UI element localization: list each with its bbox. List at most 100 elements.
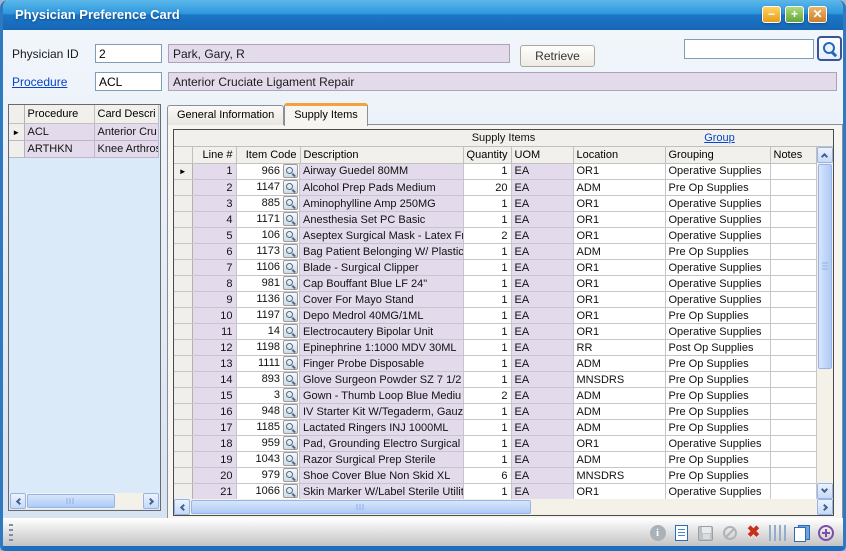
procedure-card-row[interactable]: ► ARTHKN Knee Arthros (9, 140, 158, 157)
item-lookup-button[interactable] (283, 420, 298, 434)
magnifier-icon (286, 311, 295, 320)
search-button[interactable] (817, 36, 842, 61)
item-lookup-button[interactable] (283, 436, 298, 450)
item-lookup-button[interactable] (283, 244, 298, 258)
scroll-left-icon[interactable] (10, 493, 26, 509)
item-lookup-button[interactable] (283, 484, 298, 498)
line-column-header[interactable]: Line # (192, 147, 236, 163)
supply-item-row[interactable]: ► 5 106 Aseptex Surgical Mask - Latex Fr… (174, 228, 816, 244)
item-lookup-button[interactable] (283, 324, 298, 338)
item-lookup-button[interactable] (283, 404, 298, 418)
tab-general-information[interactable]: General Information (167, 105, 284, 125)
item-lookup-button[interactable] (283, 260, 298, 274)
group-link[interactable]: Group (667, 130, 772, 146)
item-lookup-button[interactable] (283, 196, 298, 210)
magnifier-icon (286, 183, 295, 192)
card-description-column-header[interactable]: Card Descri (94, 105, 158, 123)
supply-item-row[interactable]: ► 7 1106 Blade - Surgical Clipper 1 EA (174, 260, 816, 276)
info-button[interactable]: i (648, 524, 667, 543)
close-button[interactable]: ✕ (808, 6, 827, 23)
procedure-card-row[interactable]: ► ACL Anterior Cru (9, 123, 158, 140)
item-code-column-header[interactable]: Item Code (236, 147, 300, 163)
item-lookup-button[interactable] (283, 164, 298, 178)
uom-cell: EA (511, 340, 573, 356)
scroll-thumb[interactable] (818, 164, 832, 369)
item-lookup-button[interactable] (283, 276, 298, 290)
supply-item-row[interactable]: ► 6 1173 Bag Patient Belonging W/ Plasti… (174, 244, 816, 260)
description-cell: IV Starter Kit W/Tegaderm, Gauz (300, 404, 463, 420)
supply-item-row[interactable]: ► 16 948 IV Starter Kit W/Tegaderm, Gauz… (174, 404, 816, 420)
item-lookup-button[interactable] (283, 356, 298, 370)
notes-column-header[interactable]: Notes (770, 147, 816, 163)
item-lookup-button[interactable] (283, 372, 298, 386)
item-lookup-button[interactable] (283, 228, 298, 242)
line-cell: 17 (192, 420, 236, 436)
supply-item-row[interactable]: ► 21 1066 Skin Marker W/Label Sterile Ut… (174, 484, 816, 500)
supply-item-row[interactable]: ► 19 1043 Razor Surgical Prep Sterile 1 … (174, 452, 816, 468)
magnifier-icon (286, 407, 295, 416)
supply-item-row[interactable]: ► 9 1136 Cover For Mayo Stand 1 EA (174, 292, 816, 308)
scroll-down-icon[interactable] (817, 483, 833, 499)
save-button[interactable] (696, 524, 715, 543)
supply-item-row[interactable]: ► 17 1185 Lactated Ringers INJ 1000ML 1 … (174, 420, 816, 436)
item-lookup-button[interactable] (283, 212, 298, 226)
copy-button[interactable] (792, 524, 811, 543)
item-lookup-button[interactable] (283, 292, 298, 306)
new-record-button[interactable] (672, 524, 691, 543)
description-column-header[interactable]: Description (300, 147, 463, 163)
item-lookup-button[interactable] (283, 388, 298, 402)
magnifier-icon (286, 391, 295, 400)
item-lookup-button[interactable] (283, 452, 298, 466)
item-lookup-button[interactable] (283, 340, 298, 354)
item-code-cell: 893 (237, 372, 301, 388)
quantity-column-header[interactable]: Quantity (463, 147, 511, 163)
retrieve-button[interactable]: Retrieve (520, 45, 595, 67)
supply-grid-hscrollbar[interactable] (174, 499, 833, 515)
location-column-header[interactable]: Location (573, 147, 665, 163)
supply-item-row[interactable]: ► 14 893 Glove Surgeon Powder SZ 7 1/2 1… (174, 372, 816, 388)
statusbar-grip[interactable] (9, 524, 13, 542)
supply-grid-vscrollbar[interactable] (817, 147, 834, 499)
uom-cell: EA (511, 163, 573, 180)
supply-item-row[interactable]: ► 11 14 Electrocautery Bipolar Unit 1 EA (174, 324, 816, 340)
scroll-right-icon[interactable] (817, 499, 833, 515)
add-button[interactable] (816, 524, 835, 543)
location-cell: ADM (573, 244, 665, 260)
maximize-button[interactable]: + (785, 6, 804, 23)
procedure-list-hscrollbar[interactable] (10, 493, 159, 509)
scroll-thumb[interactable] (27, 494, 115, 508)
physician-id-input[interactable] (95, 44, 162, 63)
supply-item-row[interactable]: ► 15 3 Gown - Thumb Loop Blue Mediu 2 EA (174, 388, 816, 404)
uom-cell: EA (511, 292, 573, 308)
tab-supply-items[interactable]: Supply Items (284, 103, 368, 126)
scroll-left-icon[interactable] (174, 499, 190, 515)
supply-item-row[interactable]: ► 8 981 Cap Bouffant Blue LF 24" 1 EA (174, 276, 816, 292)
cancel-button[interactable] (720, 524, 739, 543)
procedure-column-header[interactable]: Procedure (24, 105, 94, 123)
supply-item-row[interactable]: ► 4 1171 Anesthesia Set PC Basic 1 EA (174, 212, 816, 228)
minimize-button[interactable]: − (762, 6, 781, 23)
item-lookup-button[interactable] (283, 180, 298, 194)
scroll-thumb[interactable] (191, 500, 531, 514)
supply-item-row[interactable]: ► 12 1198 Epinephrine 1:1000 MDV 30ML 1 … (174, 340, 816, 356)
supply-item-row[interactable]: ► 1 966 Airway Guedel 80MM 1 EA (174, 163, 816, 180)
grouping-cell: Operative Supplies (665, 484, 770, 500)
delete-button[interactable]: ✖ (744, 524, 763, 543)
supply-item-row[interactable]: ► 2 1147 Alcohol Prep Pads Medium 20 EA (174, 180, 816, 196)
procedure-link[interactable]: Procedure (12, 75, 67, 89)
supply-item-row[interactable]: ► 10 1197 Depo Medrol 40MG/1ML 1 EA (174, 308, 816, 324)
supply-item-row[interactable]: ► 20 979 Shoe Cover Blue Non Skid XL 6 E… (174, 468, 816, 484)
grouping-column-header[interactable]: Grouping (665, 147, 770, 163)
search-input[interactable] (684, 39, 814, 59)
scroll-right-icon[interactable] (143, 493, 159, 509)
item-lookup-button[interactable] (283, 468, 298, 482)
uom-column-header[interactable]: UOM (511, 147, 573, 163)
description-cell: Shoe Cover Blue Non Skid XL (300, 468, 463, 484)
item-lookup-button[interactable] (283, 308, 298, 322)
scroll-up-icon[interactable] (817, 147, 833, 163)
procedure-input[interactable] (95, 72, 162, 91)
supply-item-row[interactable]: ► 18 959 Pad, Grounding Electro Surgical… (174, 436, 816, 452)
uom-cell: EA (511, 420, 573, 436)
supply-item-row[interactable]: ► 3 885 Aminophylline Amp 250MG 1 EA (174, 196, 816, 212)
supply-item-row[interactable]: ► 13 1111 Finger Probe Disposable 1 EA (174, 356, 816, 372)
